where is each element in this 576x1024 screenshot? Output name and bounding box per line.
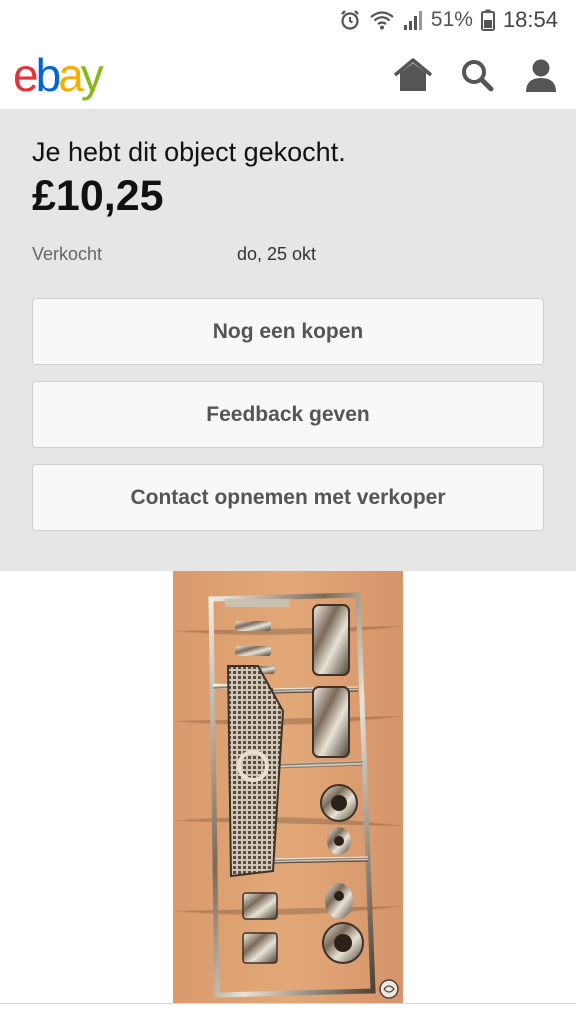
header-actions (392, 54, 562, 96)
home-icon[interactable] (392, 54, 434, 96)
logo-letter-y: y (80, 49, 104, 101)
search-icon[interactable] (456, 54, 498, 96)
battery-percent: 51% (430, 8, 473, 31)
wifi-icon (369, 9, 395, 31)
item-photo[interactable] (172, 571, 404, 1004)
alarm-icon (339, 9, 361, 31)
purchase-summary-panel: Je hebt dit object gekocht. £10,25 Verko… (0, 110, 576, 571)
contact-seller-button[interactable]: Contact opnemen met verkoper (32, 464, 544, 531)
purchase-price: £10,25 (32, 172, 164, 220)
sold-date: do, 25 okt (237, 244, 317, 264)
signal-icon (403, 9, 423, 31)
watermark-icon (379, 979, 399, 999)
user-icon[interactable] (520, 54, 562, 96)
status-bar: 51% 18:54 (0, 0, 576, 40)
purchase-confirmation-text: Je hebt dit object gekocht. (32, 137, 346, 167)
buy-again-button[interactable]: Nog een kopen (32, 298, 544, 365)
leave-feedback-button[interactable]: Feedback geven (32, 381, 544, 448)
clock: 18:54 (502, 7, 558, 32)
ebay-logo[interactable]: ebay (13, 49, 104, 101)
logo-letter-a: a (58, 49, 84, 101)
logo-letter-e: e (13, 49, 39, 101)
app-header: ebay (0, 40, 576, 110)
divider (0, 1003, 576, 1004)
battery-icon (480, 9, 495, 31)
sold-label: Verkocht (32, 244, 103, 264)
logo-letter-b: b (35, 49, 62, 101)
